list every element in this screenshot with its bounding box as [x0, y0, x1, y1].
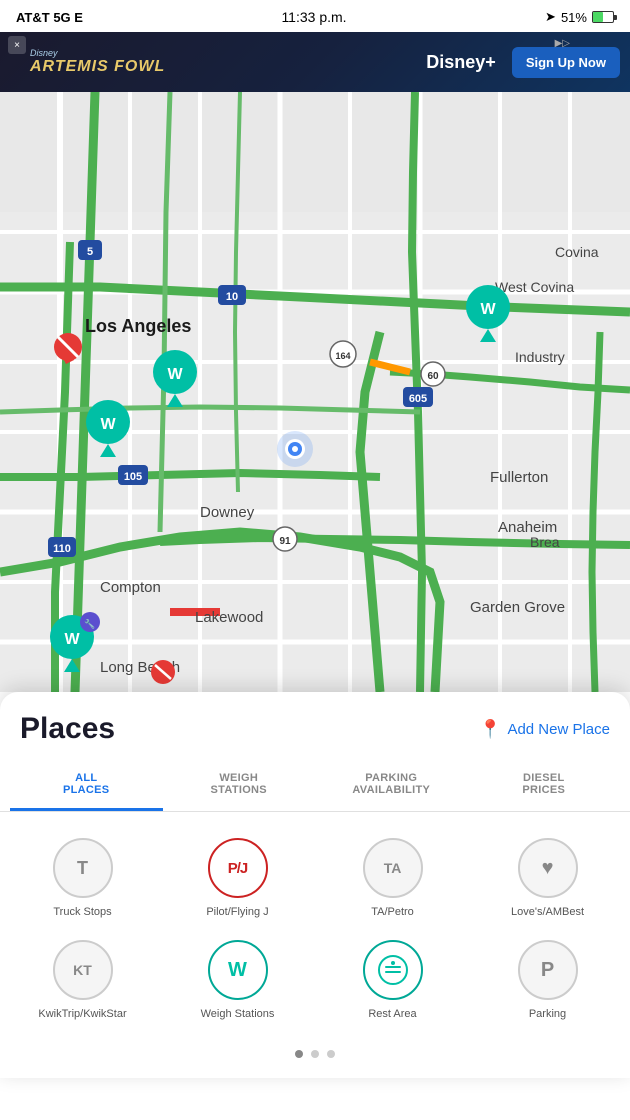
svg-text:Brea: Brea [530, 534, 560, 550]
ad-close-button[interactable]: × [8, 36, 26, 54]
svg-text:Covina: Covina [555, 244, 599, 260]
svg-text:110: 110 [53, 543, 71, 555]
bottom-sheet-header: Places 📍 Add New Place [0, 712, 630, 762]
add-new-place-label: Add New Place [507, 721, 610, 738]
kwiktrip-label: KwikTrip/KwikStar [38, 1008, 126, 1020]
category-loves-ambest[interactable]: ♥ Love's/AMBest [475, 832, 620, 924]
carrier-label: AT&T 5G E [16, 10, 83, 25]
page-dot-2 [311, 1050, 319, 1058]
map-svg: 5 10 110 105 405 605 91 60 164 [0, 92, 630, 692]
svg-text:91: 91 [279, 536, 291, 547]
svg-text:W: W [64, 631, 80, 648]
category-parking[interactable]: P Parking [475, 934, 620, 1026]
ad-brand: Disney [30, 48, 426, 58]
page-dots [0, 1036, 630, 1078]
add-new-place-button[interactable]: 📍 Add New Place [479, 719, 610, 740]
svg-text:W: W [167, 366, 183, 383]
categories-grid: T Truck Stops P/J Pilot/Flying J TA TA/P… [0, 812, 630, 1036]
svg-text:Downey: Downey [200, 504, 255, 521]
parking-icon: P [518, 940, 578, 1000]
rest-area-icon [363, 940, 423, 1000]
page-dot-1 [295, 1050, 303, 1058]
pilot-flying-j-icon: P/J [208, 838, 268, 898]
battery-percent: 51% [561, 10, 587, 25]
svg-text:West Covina: West Covina [495, 279, 574, 295]
bottom-sheet: Places 📍 Add New Place ALLPLACES WEIGHST… [0, 692, 630, 1078]
tab-parking-availability[interactable]: PARKINGAVAILABILITY [315, 762, 468, 811]
tab-all-places[interactable]: ALLPLACES [10, 762, 163, 811]
category-rest-area[interactable]: Rest Area [320, 934, 465, 1026]
ad-title: ARTEMIS FOWL [30, 58, 426, 76]
svg-text:Garden Grove: Garden Grove [470, 599, 565, 616]
svg-text:Compton: Compton [100, 579, 161, 596]
svg-text:105: 105 [124, 471, 142, 483]
ad-content: Disney ARTEMIS FOWL Disney+ Sign Up Now [0, 47, 630, 78]
tab-diesel-prices[interactable]: DIESELPRICES [468, 762, 621, 811]
svg-text:🔧: 🔧 [84, 618, 95, 629]
weigh-stations-icon: W [208, 940, 268, 1000]
svg-text:10: 10 [226, 291, 238, 303]
ta-petro-icon: TA [363, 838, 423, 898]
svg-text:60: 60 [427, 371, 439, 382]
loves-ambest-label: Love's/AMBest [511, 906, 584, 918]
status-bar: AT&T 5G E 11:33 p.m. ➤ 51% [0, 0, 630, 32]
svg-text:W: W [100, 416, 116, 433]
status-right: ➤ 51% [545, 9, 614, 25]
svg-text:Fullerton: Fullerton [490, 469, 548, 486]
svg-text:5: 5 [87, 246, 93, 258]
battery-icon [592, 11, 614, 23]
truck-stops-label: Truck Stops [53, 906, 111, 918]
category-ta-petro[interactable]: TA TA/Petro [320, 832, 465, 924]
truck-stops-icon: T [53, 838, 113, 898]
svg-text:Los Angeles: Los Angeles [85, 316, 191, 336]
tabs-row: ALLPLACES WEIGHSTATIONS PARKINGAVAILABIL… [0, 762, 630, 812]
page-dot-3 [327, 1050, 335, 1058]
time-label: 11:33 p.m. [281, 9, 346, 25]
disney-plus-logo: Disney+ [426, 52, 496, 73]
add-place-icon: 📍 [479, 719, 501, 740]
tab-weigh-stations[interactable]: WEIGHSTATIONS [163, 762, 316, 811]
pilot-flying-j-label: Pilot/Flying J [206, 906, 268, 918]
svg-text:Lakewood: Lakewood [195, 609, 263, 626]
svg-text:Industry: Industry [515, 349, 565, 365]
loves-ambest-icon: ♥ [518, 838, 578, 898]
category-pilot-flying-j[interactable]: P/J Pilot/Flying J [165, 832, 310, 924]
category-weigh-stations[interactable]: W Weigh Stations [165, 934, 310, 1026]
map-container[interactable]: 5 10 110 105 405 605 91 60 164 [0, 92, 630, 692]
svg-text:W: W [480, 301, 496, 318]
svg-text:164: 164 [335, 351, 350, 361]
parking-label: Parking [529, 1008, 566, 1020]
rest-area-label: Rest Area [368, 1008, 416, 1020]
category-truck-stops[interactable]: T Truck Stops [10, 832, 155, 924]
page-title: Places [20, 712, 115, 746]
svg-text:605: 605 [409, 393, 427, 405]
weigh-stations-label: Weigh Stations [201, 1008, 275, 1020]
ad-logo: Disney ARTEMIS FOWL [30, 48, 426, 76]
kwiktrip-icon: KT [53, 940, 113, 1000]
category-kwiktrip-kwikstar[interactable]: KT KwikTrip/KwikStar [10, 934, 155, 1026]
location-arrow-icon: ➤ [545, 9, 556, 25]
ad-signup-button[interactable]: Sign Up Now [512, 47, 620, 78]
ad-banner: × ▶▷ Disney ARTEMIS FOWL Disney+ Sign Up… [0, 32, 630, 92]
ad-arrows: ▶▷ [555, 38, 570, 49]
ta-petro-label: TA/Petro [371, 906, 414, 918]
